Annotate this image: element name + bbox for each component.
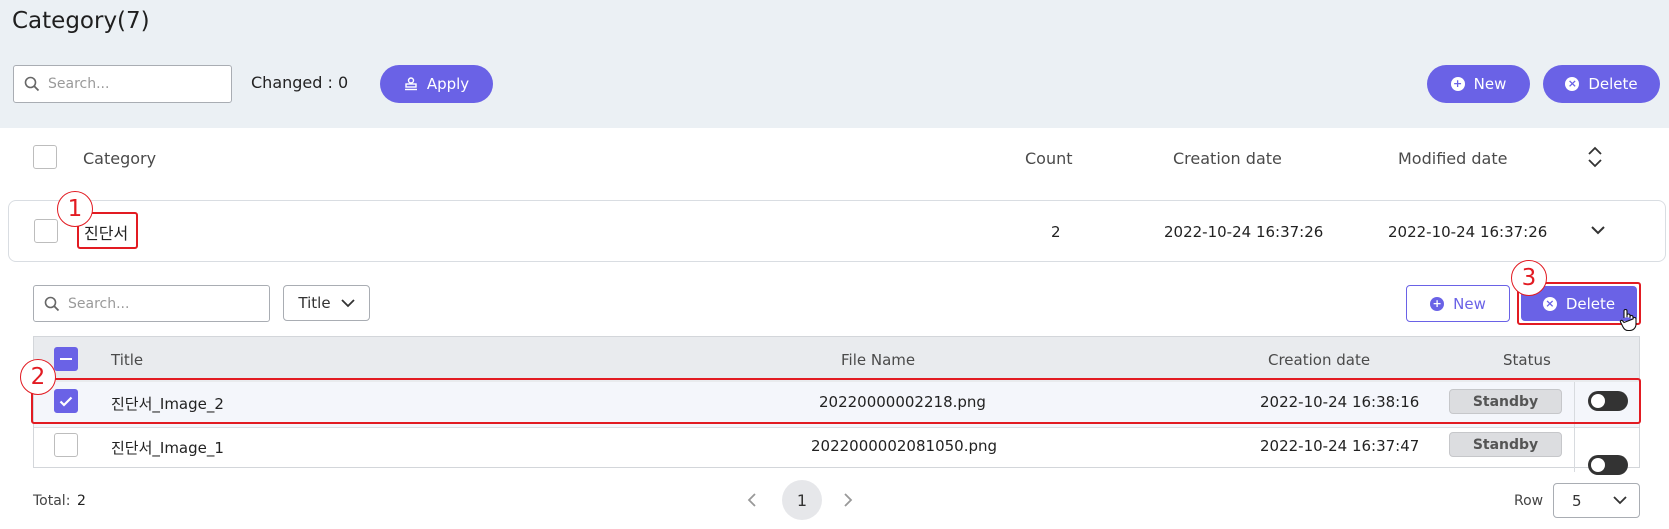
stamp-icon [404,77,417,91]
select-all-images-checkbox[interactable] [54,347,78,371]
total-label: Total: [33,493,71,509]
chevron-down-icon [340,298,355,307]
status-toggle[interactable] [1588,455,1628,475]
apply-button[interactable]: Apply [380,65,493,103]
search-icon [24,76,40,92]
category-search-field[interactable]: Search... [13,65,232,103]
row-title: 진단서_Image_1 [111,439,224,457]
filter-value: Title [298,294,331,312]
column-header-title: Title [111,351,144,369]
row-checkbox[interactable] [54,433,78,457]
chevron-down-icon [1613,496,1627,505]
annotation-marker-3: 3 [1511,260,1547,296]
search-placeholder: Search... [48,76,110,92]
rows-per-page-value: 5 [1572,491,1582,510]
total-value: 2 [77,493,86,509]
plus-circle-icon: + [1430,296,1445,311]
column-header-category: Category [83,149,157,168]
chevron-down-icon[interactable] [1590,225,1606,235]
annotation-marker-1: 1 [57,191,93,227]
row-file-name: 2022000002081050.png [811,437,998,455]
new-image-button[interactable]: + New [1406,285,1510,322]
chevron-right-icon[interactable] [843,492,853,508]
column-header-count: Count [1025,149,1073,168]
collapse-all-icon[interactable] [1587,146,1603,168]
toggle-knob [1591,458,1605,472]
top-toolbar-area [0,0,1669,128]
highlight-box-row [31,378,1641,424]
close-circle-icon: × [1542,296,1557,311]
search-icon [44,296,60,311]
column-header-creation-date: Creation date [1173,149,1282,168]
row-divider [34,427,1639,428]
apply-label: Apply [426,75,470,93]
hand-cursor-icon [1619,309,1637,332]
rows-per-page-select[interactable]: 5 [1553,483,1640,518]
new-label: New [1453,294,1486,313]
category-count: 2 [1051,223,1061,241]
status-badge: Standby [1449,432,1562,457]
column-header-creation-date: Creation date [1268,351,1371,369]
changed-counter: Changed : 0 [251,73,349,92]
delete-category-button[interactable]: × Delete [1543,65,1660,103]
column-divider [1574,427,1575,472]
new-category-button[interactable]: + New [1427,65,1530,103]
image-search-field[interactable]: Search... [33,285,270,322]
image-table-header [34,337,1639,382]
delete-label: Delete [1565,294,1616,313]
new-label: New [1473,75,1507,93]
category-name: 진단서 [84,224,129,243]
category-creation-date: 2022-10-24 16:37:26 [1164,223,1324,241]
minus-icon [60,358,72,360]
delete-label: Delete [1588,75,1638,93]
plus-circle-icon: + [1450,77,1465,91]
column-header-status: Status [1503,351,1551,369]
close-circle-icon: × [1565,77,1580,91]
search-filter-select[interactable]: Title [283,285,370,321]
category-modified-date: 2022-10-24 16:37:26 [1388,223,1548,241]
rows-per-page-label: Row [1514,493,1544,509]
page-title: Category(7) [12,8,150,34]
column-header-modified-date: Modified date [1398,149,1508,168]
search-placeholder: Search... [68,295,130,312]
select-all-categories-checkbox[interactable] [33,145,57,169]
annotation-marker-2: 2 [20,359,56,395]
category-row-checkbox[interactable] [34,219,58,243]
column-header-file-name: File Name [841,351,916,369]
pagination-page-1[interactable]: 1 [782,480,822,520]
chevron-left-icon[interactable] [747,492,757,508]
row-creation-date: 2022-10-24 16:37:47 [1260,437,1420,455]
